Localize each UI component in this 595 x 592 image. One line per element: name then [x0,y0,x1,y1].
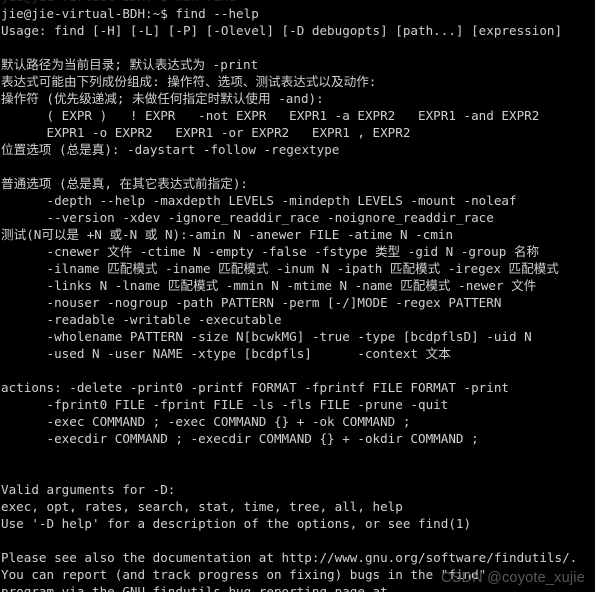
terminal-window[interactable]: jie@jie-virtual-BDH:~$ man find jie@jie-… [0,0,595,592]
terminal-line: -readable -writable -executable [1,312,282,327]
terminal-line: actions: -delete -print0 -printf FORMAT … [1,380,509,395]
terminal-line: 操作符 (优先级递减; 未做任何指定时默认使用 -and): [1,91,324,106]
terminal-line: EXPR1 -o EXPR2 EXPR1 -or EXPR2 EXPR1 , E… [1,125,411,140]
terminal-line: Valid arguments for -D: [1,482,176,497]
terminal-screen[interactable]: jie@jie-virtual-BDH:~$ man find jie@jie-… [0,0,595,592]
terminal-line: 普通选项 (总是真, 在其它表达式前指定): [1,176,248,191]
terminal-line: -exec COMMAND ; -exec COMMAND {} + -ok C… [1,414,411,429]
terminal-line: 默认路径为当前目录; 默认表达式为 -print [1,57,259,72]
terminal-line: jie@jie-virtual-BDH:~$ find --help [1,6,259,21]
terminal-line: Usage: find [-H] [-L] [-P] [-Olevel] [-D… [1,23,563,38]
terminal-line: -wholename PATTERN -size N[bcwkMG] -true… [1,329,532,344]
terminal-line: Please see also the documentation at htt… [1,550,578,565]
terminal-line: -links N -lname 匹配模式 -mmin N -mtime N -n… [1,278,537,293]
terminal-line: --version -xdev -ignore_readdir_race -no… [1,210,494,225]
terminal-line: -ilname 匹配模式 -iname 匹配模式 -inum N -ipath … [1,261,559,276]
terminal-line: 测试(N可以是 +N 或-N 或 N):-amin N -anewer FILE… [1,227,454,242]
terminal-line: -execdir COMMAND ; -execdir COMMAND {} +… [1,431,479,446]
terminal-line: -depth --help -maxdepth LEVELS -mindepth… [1,193,517,208]
terminal-line: -cnewer 文件 -ctime N -empty -false -fstyp… [1,244,540,259]
terminal-line: 表达式可能由下列成份组成: 操作符、选项、测试表达式以及动作: [1,74,377,89]
watermark-label: CSDN @coyote_xujie [440,570,585,586]
terminal-line: -nouser -nogroup -path PATTERN -perm [-/… [1,295,502,310]
terminal-line: exec, opt, rates, search, stat, time, tr… [1,499,403,514]
terminal-line: -fprint0 FILE -fprint FILE -ls -fls FILE… [1,397,449,412]
terminal-line: Use '-D help' for a description of the o… [1,516,472,531]
terminal-line: 位置选项 (总是真): -daystart -follow -regextype [1,142,340,157]
terminal-line: -used N -user NAME -xtype [bcdpfls] -con… [1,346,451,361]
terminal-line: ( EXPR ) ! EXPR -not EXPR EXPR1 -a EXPR2… [1,108,540,123]
